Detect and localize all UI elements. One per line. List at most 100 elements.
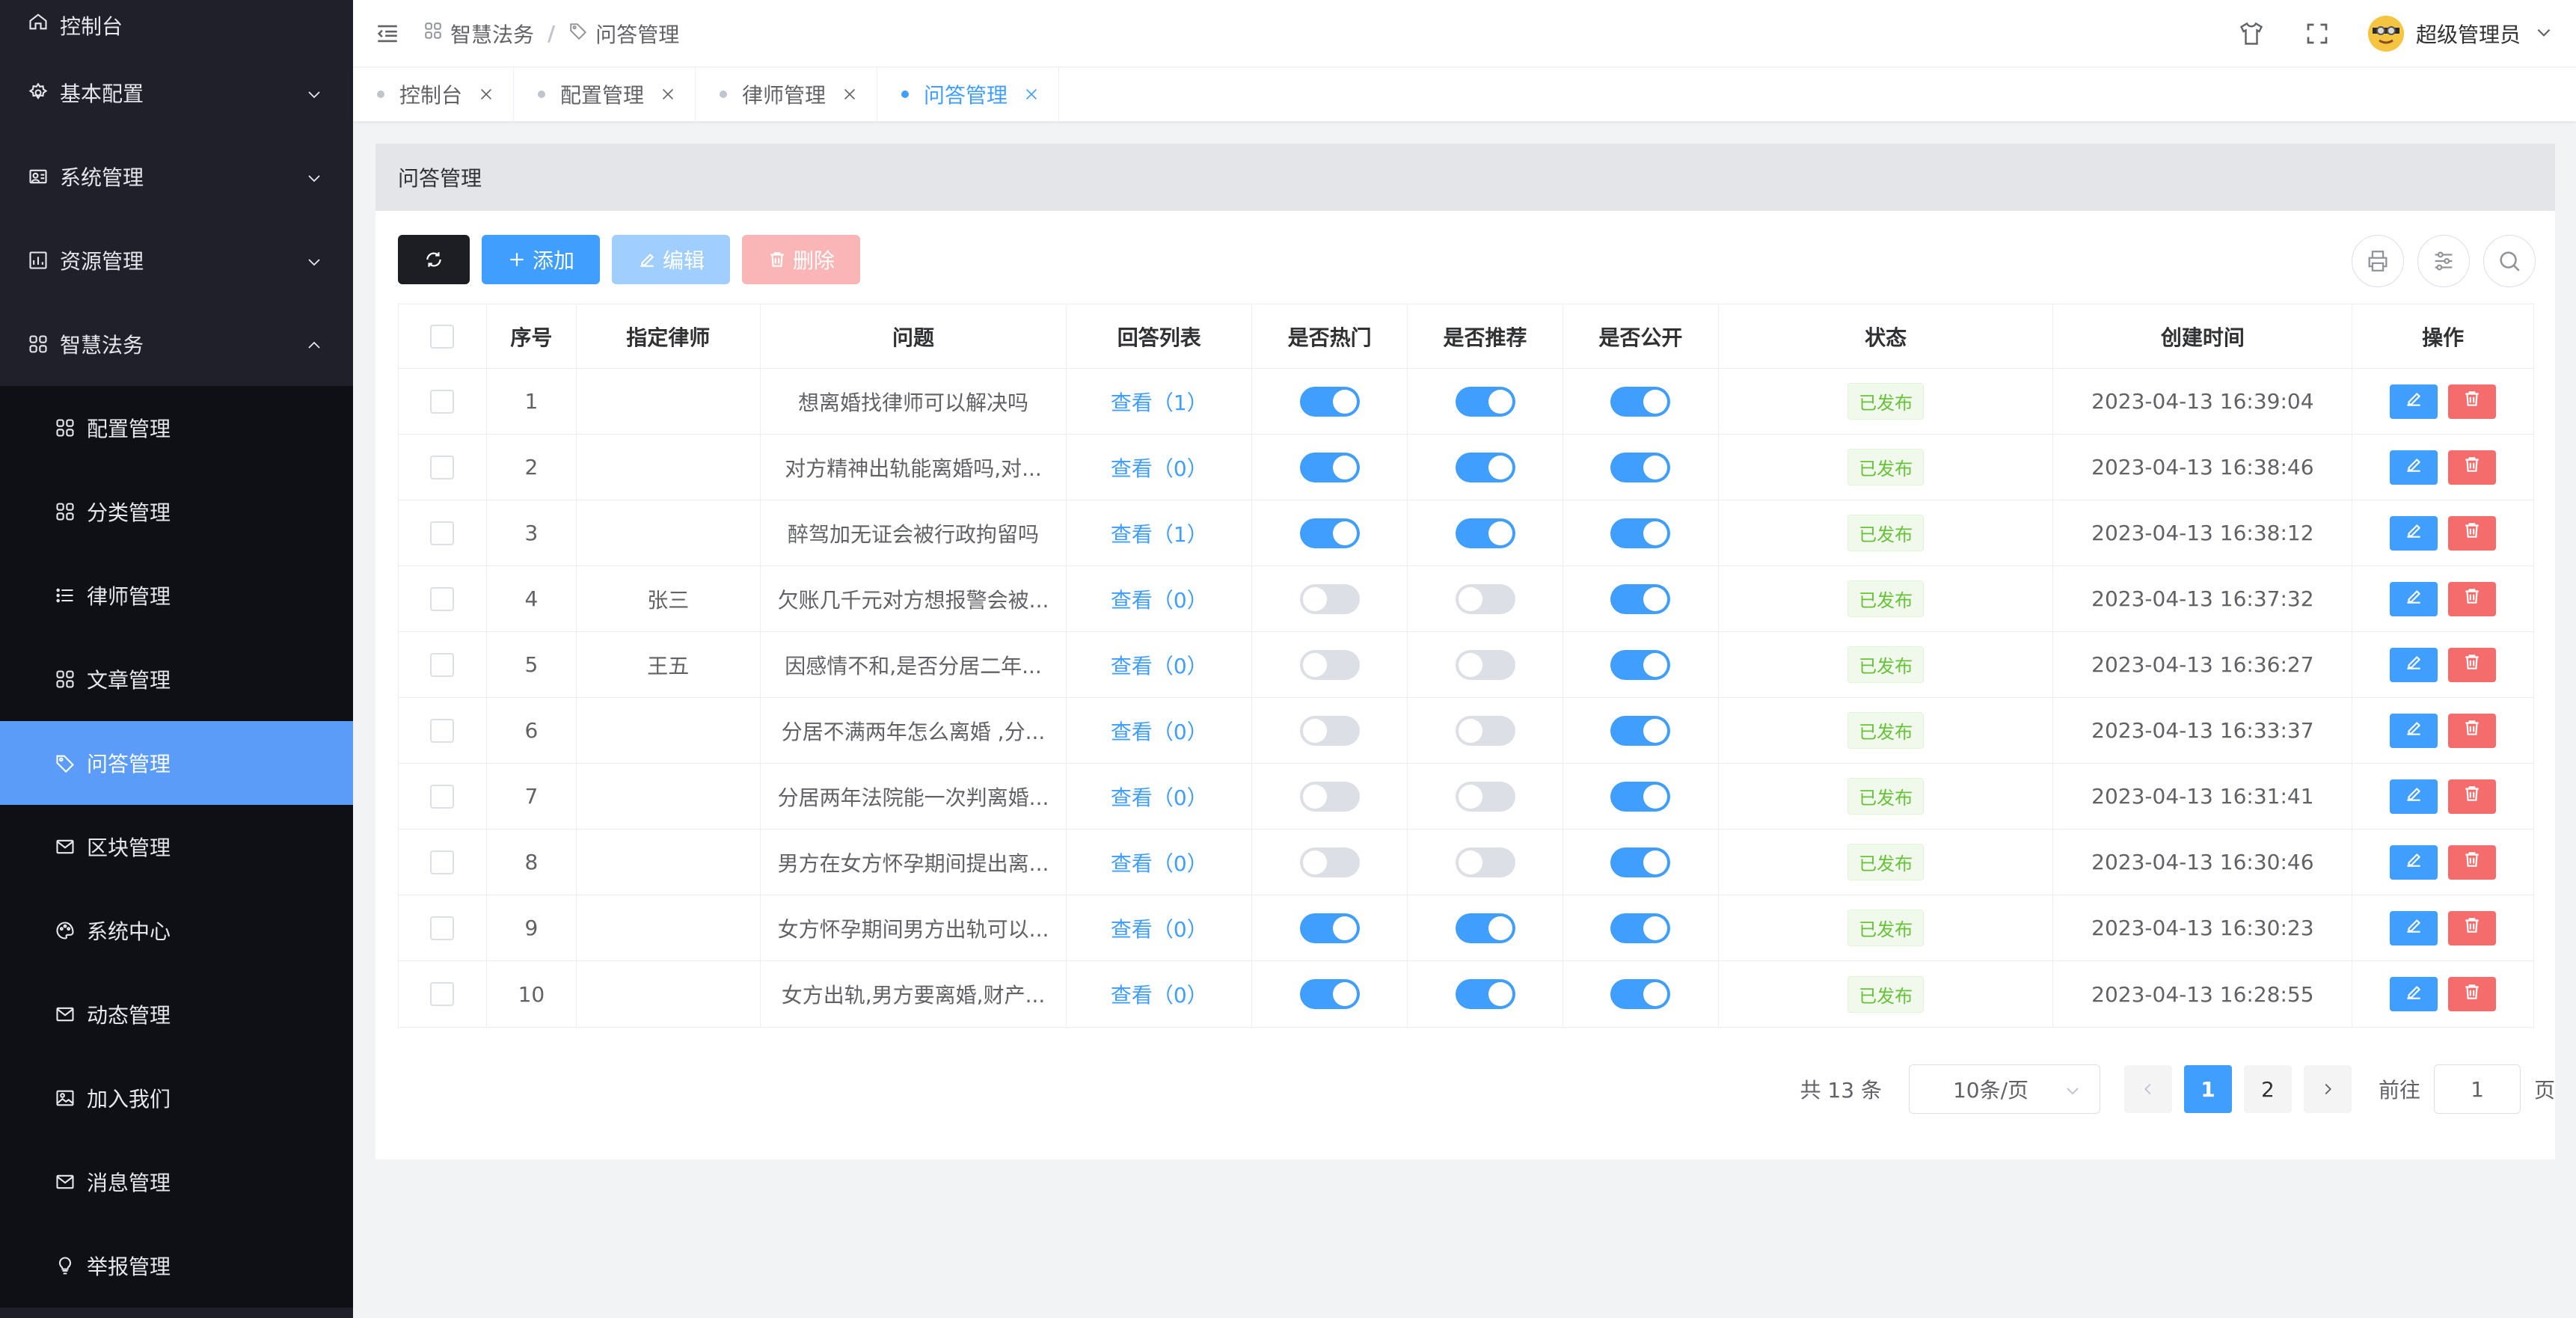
sidebar-item-3[interactable]: 资源管理 — [0, 218, 353, 302]
row-delete-button[interactable] — [2448, 910, 2497, 945]
tab-1[interactable]: 配置管理 — [514, 67, 696, 121]
prev-page-button[interactable] — [2123, 1065, 2172, 1113]
row-edit-button[interactable] — [2390, 581, 2438, 616]
row-delete-button[interactable] — [2448, 647, 2497, 682]
sidebar-item-7[interactable]: 律师管理 — [0, 554, 353, 637]
recommend-switch[interactable] — [1455, 913, 1515, 943]
public-switch[interactable] — [1610, 452, 1671, 482]
sidebar-item-6[interactable]: 分类管理 — [0, 470, 353, 554]
view-answers-link[interactable]: 查看（1） — [1111, 387, 1208, 417]
recommend-switch[interactable] — [1455, 583, 1515, 614]
row-delete-button[interactable] — [2448, 384, 2497, 419]
hot-switch[interactable] — [1299, 518, 1360, 548]
sidebar-item-13[interactable]: 加入我们 — [0, 1056, 353, 1140]
tab-3[interactable]: 问答管理 — [877, 67, 1060, 121]
public-switch[interactable] — [1610, 583, 1671, 614]
row-delete-button[interactable] — [2448, 450, 2497, 485]
row-checkbox[interactable] — [430, 916, 455, 940]
view-answers-link[interactable]: 查看（0） — [1111, 650, 1208, 680]
sidebar-item-8[interactable]: 文章管理 — [0, 637, 353, 721]
next-page-button[interactable] — [2303, 1065, 2352, 1113]
page-size-select[interactable]: 10条/页 — [1908, 1064, 2100, 1114]
theme-shirt-icon[interactable] — [2236, 19, 2266, 49]
row-edit-button[interactable] — [2390, 713, 2438, 748]
close-icon[interactable] — [841, 85, 859, 103]
avatar[interactable] — [2367, 16, 2404, 52]
public-switch[interactable] — [1610, 715, 1671, 746]
search-toggle-button[interactable] — [2483, 235, 2536, 287]
row-checkbox[interactable] — [430, 718, 455, 743]
view-answers-link[interactable]: 查看（0） — [1111, 453, 1208, 482]
row-delete-button[interactable] — [2448, 845, 2497, 880]
hot-switch[interactable] — [1299, 452, 1360, 482]
view-answers-link[interactable]: 查看（1） — [1111, 518, 1208, 548]
hot-switch[interactable] — [1299, 715, 1360, 746]
public-switch[interactable] — [1610, 781, 1671, 812]
sidebar-item-9[interactable]: 问答管理 — [0, 721, 353, 805]
view-answers-link[interactable]: 查看（0） — [1111, 913, 1208, 943]
public-switch[interactable] — [1610, 649, 1671, 680]
view-answers-link[interactable]: 查看（0） — [1111, 847, 1208, 877]
sidebar-item-0[interactable]: 控制台 — [0, 0, 353, 51]
recommend-switch[interactable] — [1455, 386, 1515, 417]
hot-switch[interactable] — [1299, 649, 1360, 680]
recommend-switch[interactable] — [1455, 715, 1515, 746]
tab-2[interactable]: 律师管理 — [696, 67, 878, 121]
sidebar-item-4[interactable]: 智慧法务 — [0, 302, 353, 386]
view-answers-link[interactable]: 查看（0） — [1111, 716, 1208, 746]
recommend-switch[interactable] — [1455, 518, 1515, 548]
close-icon[interactable] — [477, 85, 495, 103]
hot-switch[interactable] — [1299, 913, 1360, 943]
sidebar-item-5[interactable]: 配置管理 — [0, 386, 353, 470]
row-delete-button[interactable] — [2448, 779, 2497, 814]
row-delete-button[interactable] — [2448, 581, 2497, 616]
row-edit-button[interactable] — [2390, 450, 2438, 485]
row-edit-button[interactable] — [2390, 977, 2438, 1011]
page-button-1[interactable]: 1 — [2183, 1065, 2232, 1113]
add-button[interactable]: 添加 — [482, 235, 600, 284]
row-edit-button[interactable] — [2390, 910, 2438, 945]
row-edit-button[interactable] — [2390, 779, 2438, 814]
view-answers-link[interactable]: 查看（0） — [1111, 782, 1208, 812]
sidebar-item-11[interactable]: 系统中心 — [0, 889, 353, 972]
fullscreen-icon[interactable] — [2302, 19, 2332, 49]
hot-switch[interactable] — [1299, 386, 1360, 417]
row-checkbox[interactable] — [430, 586, 455, 611]
row-checkbox[interactable] — [430, 784, 455, 809]
close-icon[interactable] — [1022, 85, 1040, 103]
print-button[interactable] — [2352, 235, 2404, 287]
goto-page-input[interactable]: 1 — [2433, 1064, 2521, 1114]
row-edit-button[interactable] — [2390, 845, 2438, 880]
recommend-switch[interactable] — [1455, 452, 1515, 482]
recommend-switch[interactable] — [1455, 979, 1515, 1009]
sidebar-item-1[interactable]: 基本配置 — [0, 51, 353, 135]
row-delete-button[interactable] — [2448, 977, 2497, 1011]
user-name[interactable]: 超级管理员 — [2416, 19, 2521, 49]
row-edit-button[interactable] — [2390, 647, 2438, 682]
view-answers-link[interactable]: 查看（0） — [1111, 584, 1208, 614]
public-switch[interactable] — [1610, 847, 1671, 877]
public-switch[interactable] — [1610, 518, 1671, 548]
page-button-2[interactable]: 2 — [2243, 1065, 2292, 1113]
delete-button[interactable]: 删除 — [742, 235, 860, 284]
chevron-down-icon[interactable] — [2534, 22, 2554, 45]
collapse-menu-icon[interactable] — [374, 20, 401, 47]
hot-switch[interactable] — [1299, 979, 1360, 1009]
recommend-switch[interactable] — [1455, 847, 1515, 877]
view-answers-link[interactable]: 查看（0） — [1111, 979, 1208, 1009]
breadcrumb-item-parent[interactable]: 智慧法务 — [450, 19, 534, 49]
sidebar-item-10[interactable]: 区块管理 — [0, 805, 353, 889]
tab-0[interactable]: 控制台 — [353, 67, 515, 121]
row-delete-button[interactable] — [2448, 515, 2497, 551]
row-delete-button[interactable] — [2448, 713, 2497, 748]
sidebar-item-14[interactable]: 消息管理 — [0, 1140, 353, 1224]
public-switch[interactable] — [1610, 386, 1671, 417]
row-checkbox[interactable] — [430, 982, 455, 1006]
sidebar-item-2[interactable]: 系统管理 — [0, 135, 353, 218]
public-switch[interactable] — [1610, 913, 1671, 943]
recommend-switch[interactable] — [1455, 649, 1515, 680]
column-settings-button[interactable] — [2417, 235, 2470, 287]
sidebar-item-15[interactable]: 举报管理 — [0, 1224, 353, 1308]
sidebar-item-12[interactable]: 动态管理 — [0, 972, 353, 1056]
hot-switch[interactable] — [1299, 781, 1360, 812]
